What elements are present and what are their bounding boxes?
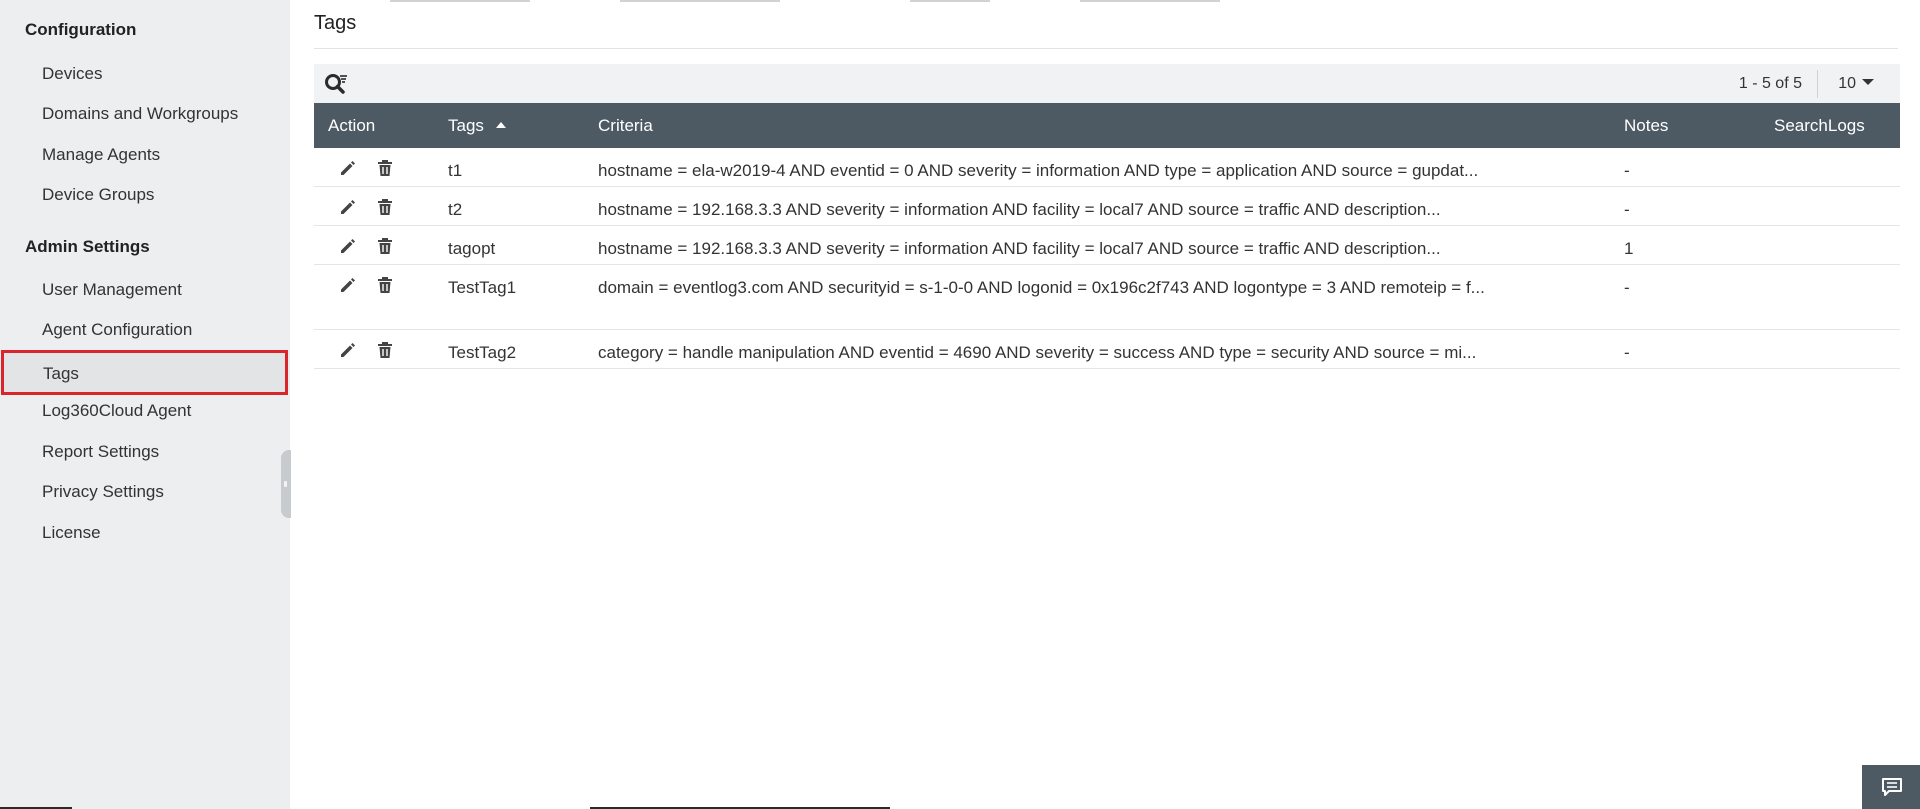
tag-name: tagopt [448,239,496,258]
trash-icon[interactable] [375,158,395,178]
page-title: Tags [314,12,357,34]
page-size-select[interactable]: 10 [1838,75,1874,93]
column-header-notes: Notes [1624,116,1669,135]
tag-notes: - [1624,200,1630,219]
sidebar-item-license[interactable]: License [0,513,290,553]
search-filter-icon[interactable] [324,72,350,96]
sidebar-item-privacy-settings[interactable]: Privacy Settings [0,472,290,512]
table-toolbar: 1 - 5 of 5 10 [314,64,1900,104]
table-row: TestTag1 domain = eventlog3.com AND secu… [314,265,1900,330]
title-divider [314,48,1898,49]
tag-criteria: category = handle manipulation AND event… [598,343,1477,362]
sidebar: Configuration Devices Domains and Workgr… [0,0,291,809]
chevron-down-icon [1862,79,1874,85]
tag-criteria: hostname = ela-w2019-4 AND eventid = 0 A… [598,161,1479,180]
chat-button[interactable] [1862,765,1920,809]
tag-notes: 1 [1624,239,1634,258]
table-row: tagopt hostname = 192.168.3.3 AND severi… [314,226,1900,265]
table-header: Action Tags Criteria Notes SearchLogs [314,103,1900,148]
tag-notes: - [1624,161,1630,180]
pencil-icon[interactable] [338,236,358,256]
tag-name: t1 [448,161,463,180]
column-header-action: Action [328,116,376,135]
sidebar-item-domains-and-workgroups[interactable]: Domains and Workgroups [0,94,290,134]
sidebar-section-admin-settings: Admin Settings [25,237,150,256]
tag-notes: - [1624,343,1630,362]
column-header-tags[interactable]: Tags [448,103,506,148]
page-size-value: 10 [1838,75,1856,92]
table-row: t1 hostname = ela-w2019-4 AND eventid = … [314,148,1900,187]
sidebar-section-configuration: Configuration [25,20,137,39]
pager-divider [1817,70,1818,98]
sidebar-item-devices[interactable]: Devices [0,54,290,94]
table-row: t2 hostname = 192.168.3.3 AND severity =… [314,187,1900,226]
trash-icon[interactable] [375,236,395,256]
sidebar-item-report-settings[interactable]: Report Settings [0,432,290,472]
tag-name: t2 [448,200,463,219]
pencil-icon[interactable] [338,197,358,217]
sidebar-item-user-management[interactable]: User Management [0,270,290,310]
column-header-searchlogs: SearchLogs [1774,116,1865,135]
main-content: Tags 1 - 5 of 5 10 Action Tags Criteria … [290,0,1920,809]
trash-icon[interactable] [375,340,395,360]
tag-name: TestTag2 [448,343,517,362]
pencil-icon[interactable] [338,340,358,360]
table-row: TestTag2 category = handle manipulation … [314,330,1900,369]
tag-criteria: hostname = 192.168.3.3 AND severity = in… [598,200,1441,219]
sidebar-item-tags[interactable]: Tags [1,350,288,395]
column-header-criteria: Criteria [598,116,653,135]
tags-table: Action Tags Criteria Notes SearchLogs t1… [314,103,1900,369]
pencil-icon[interactable] [338,275,358,295]
sort-ascending-icon [495,122,506,128]
tag-notes: - [1624,278,1630,297]
chat-icon [1882,778,1902,796]
sidebar-item-log360cloud-agent[interactable]: Log360Cloud Agent [0,391,290,431]
trash-icon[interactable] [375,275,395,295]
pencil-icon[interactable] [338,158,358,178]
tag-name: TestTag1 [448,278,517,297]
app-window: Configuration Devices Domains and Workgr… [0,0,1920,809]
pagination-range: 1 - 5 of 5 [1738,75,1802,92]
tag-criteria: domain = eventlog3.com AND securityid = … [598,278,1485,297]
column-header-tags-label: Tags [448,116,484,135]
sidebar-item-device-groups[interactable]: Device Groups [0,175,290,215]
sidebar-item-agent-configuration[interactable]: Agent Configuration [0,310,290,350]
top-scroll-remnant [290,0,1920,3]
tag-criteria: hostname = 192.168.3.3 AND severity = in… [598,239,1441,258]
sidebar-item-manage-agents[interactable]: Manage Agents [0,135,290,175]
trash-icon[interactable] [375,197,395,217]
